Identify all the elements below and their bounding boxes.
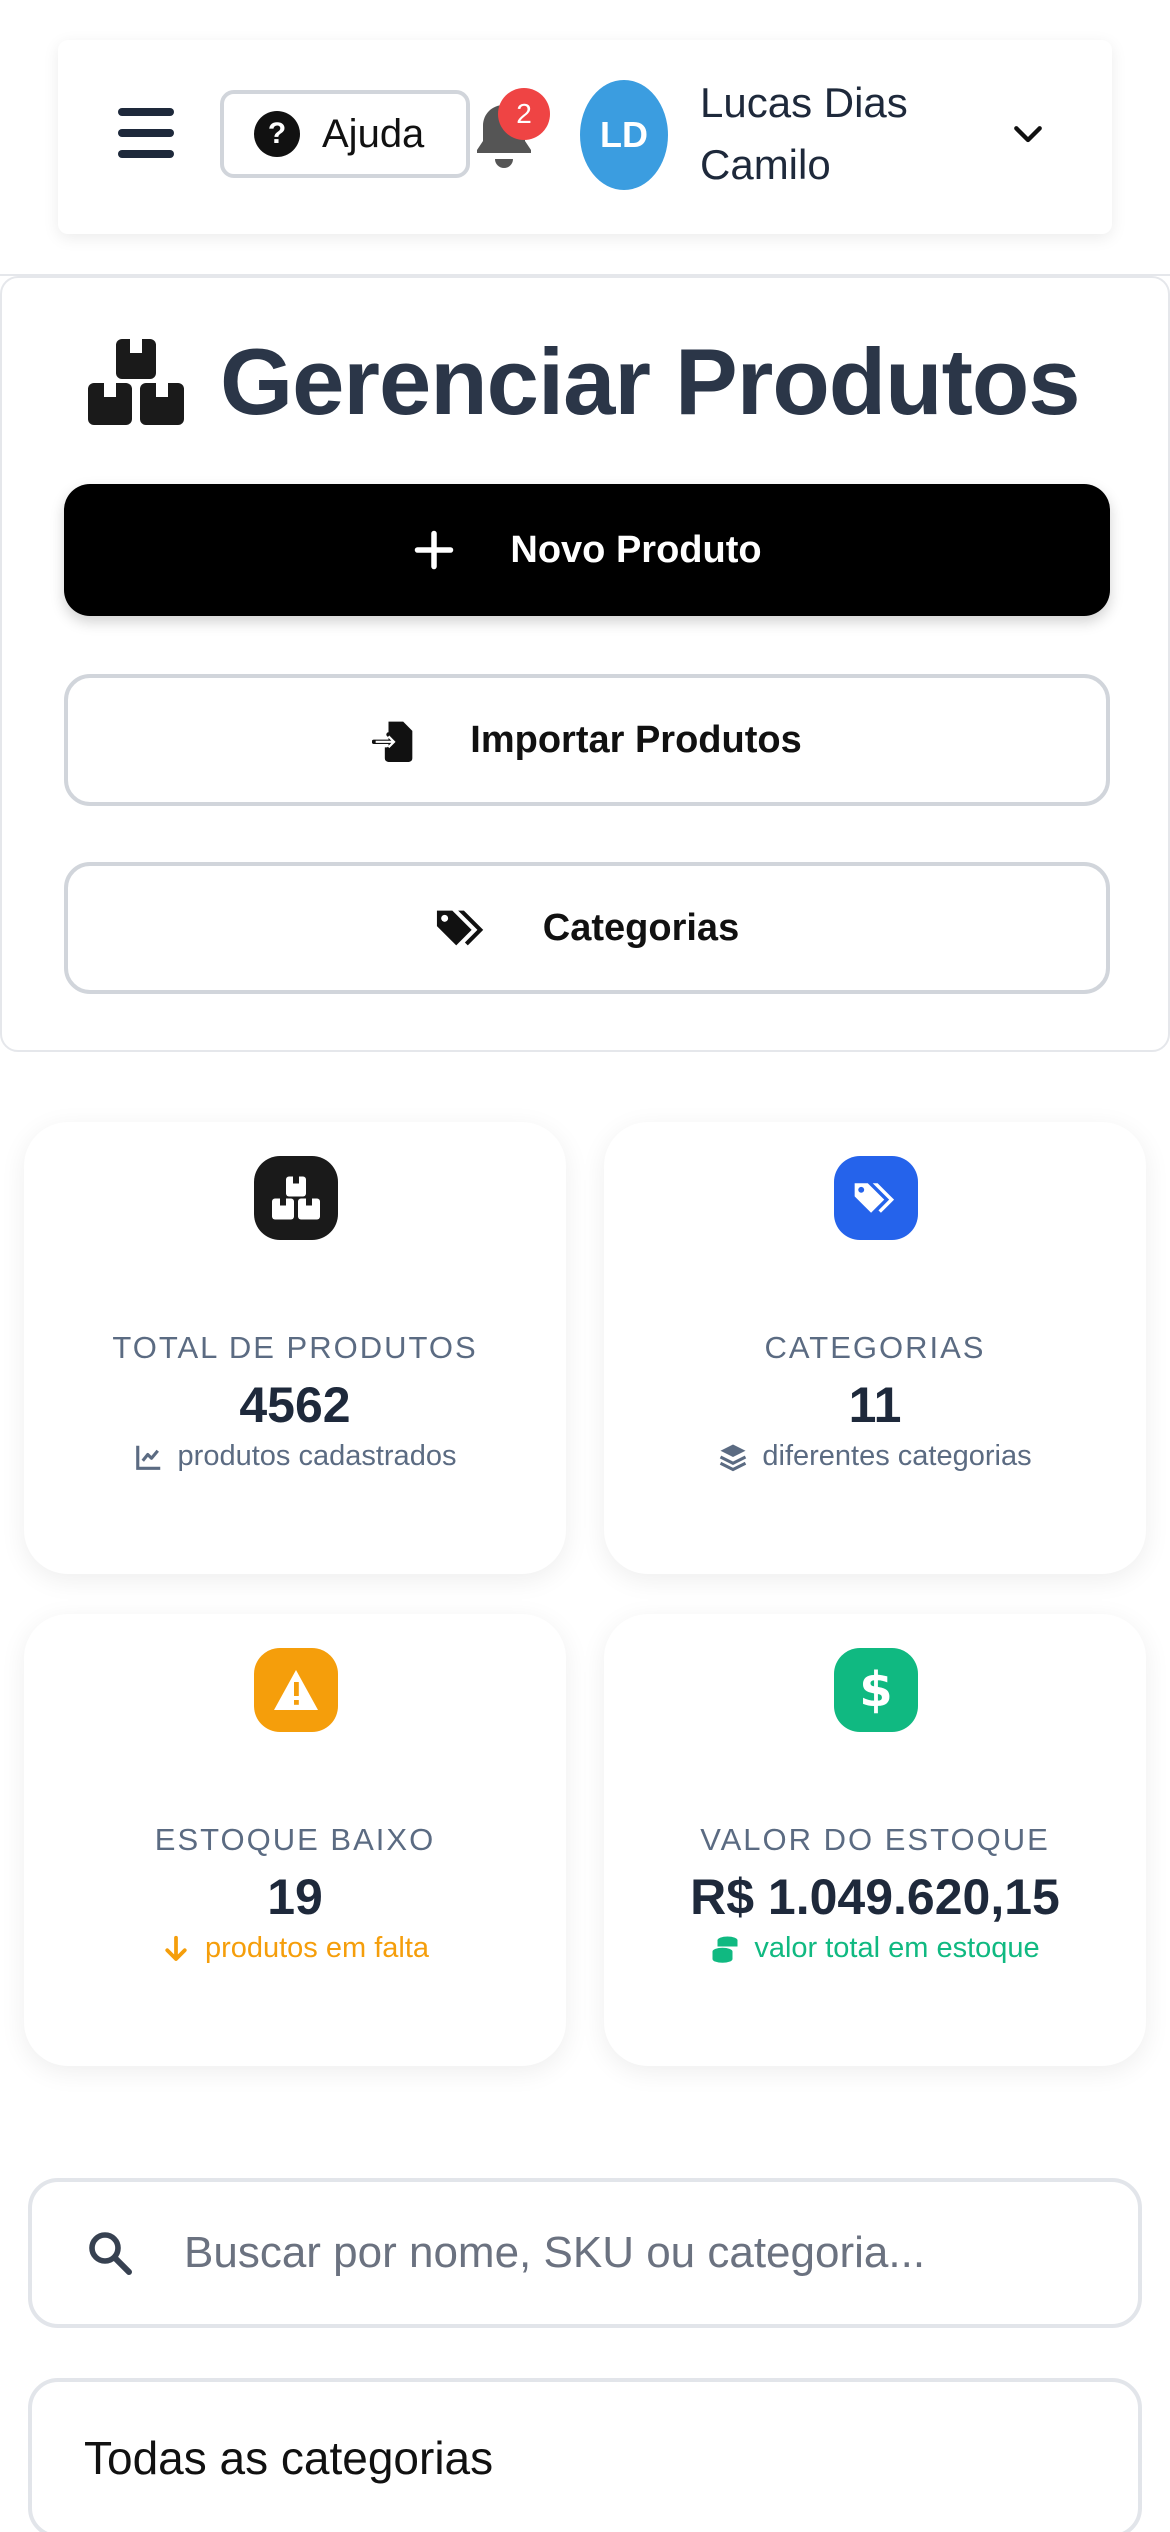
stat-value: 4562 [239,1377,351,1433]
stat-value: R$ 1.049.620,15 [690,1869,1060,1925]
file-import-icon [372,721,413,762]
boxes-icon [254,1156,338,1240]
arrow-down-icon [165,1935,187,1961]
tags-icon [436,910,484,946]
coins-icon [712,1936,738,1963]
chevron-down-icon[interactable] [1008,115,1048,155]
stat-card-categories: CATEGORIAS 11 diferentes categorias [604,1122,1146,1574]
stat-sub-text: produtos cadastrados [177,1440,457,1472]
stat-label: VALOR DO ESTOQUE [700,1822,1050,1857]
stat-label: ESTOQUE BAIXO [154,1822,436,1857]
category-select[interactable]: Todas as categorias [28,2378,1142,2532]
stat-card-stock-value: $ VALOR DO ESTOQUE R$ 1.049.620,15 valor… [604,1614,1146,2066]
layer-group-icon [720,1444,747,1471]
stat-sub: produtos em falta [24,1932,566,1965]
plus-icon [415,530,454,570]
warning-icon [254,1648,338,1732]
import-products-button[interactable]: Importar Produtos [64,674,1110,806]
stat-value: 11 [848,1377,902,1433]
page-title-row: Gerenciar Produtos [86,328,1081,436]
help-label: Ajuda [322,111,425,156]
import-products-label: Importar Produtos [470,718,802,761]
stat-sub-text: produtos em falta [204,1932,430,1964]
stat-sub-text: valor total em estoque [754,1932,1040,1964]
search-input[interactable] [184,2228,1084,2278]
new-product-label: Novo Produto [510,528,762,571]
boxes-icon [88,339,184,425]
question-circle-icon: ? [254,111,300,157]
stat-sub: produtos cadastrados [24,1440,566,1473]
stat-sub-text: diferentes categorias [762,1440,1032,1472]
menu-icon[interactable] [118,108,174,158]
user-name[interactable]: Lucas Dias Camilo [700,72,960,196]
stat-value: 19 [267,1869,323,1925]
help-button[interactable]: ? Ajuda [220,90,470,178]
page-title: Gerenciar Produtos [220,329,1081,434]
stat-sub: diferentes categorias [604,1440,1146,1473]
new-product-button[interactable]: Novo Produto [64,484,1110,616]
search-icon [89,2232,132,2275]
top-header: ? Ajuda 2 LD Lucas Dias Camilo [58,40,1112,234]
avatar[interactable]: LD [580,80,668,190]
tags-icon [834,1156,918,1240]
dollar-icon: $ [834,1648,918,1732]
stat-sub: valor total em estoque [604,1932,1146,1965]
stat-label: TOTAL DE PRODUTOS [112,1330,478,1365]
manage-products-panel: Gerenciar Produtos Novo Produto Importar… [0,276,1170,1052]
search-box[interactable] [28,2178,1142,2328]
stat-label: CATEGORIAS [764,1330,986,1365]
category-select-value: Todas as categorias [84,2432,494,2484]
categories-label: Categorias [542,906,740,949]
filter-panel: Todas as categorias [0,2150,1170,2532]
stat-card-low-stock: ESTOQUE BAIXO 19 produtos em falta [24,1614,566,2066]
stat-card-total-products: TOTAL DE PRODUTOS 4562 produtos cadastra… [24,1122,566,1574]
chart-line-icon [135,1445,160,1470]
categories-button[interactable]: Categorias [64,862,1110,994]
notification-badge: 2 [498,88,550,140]
